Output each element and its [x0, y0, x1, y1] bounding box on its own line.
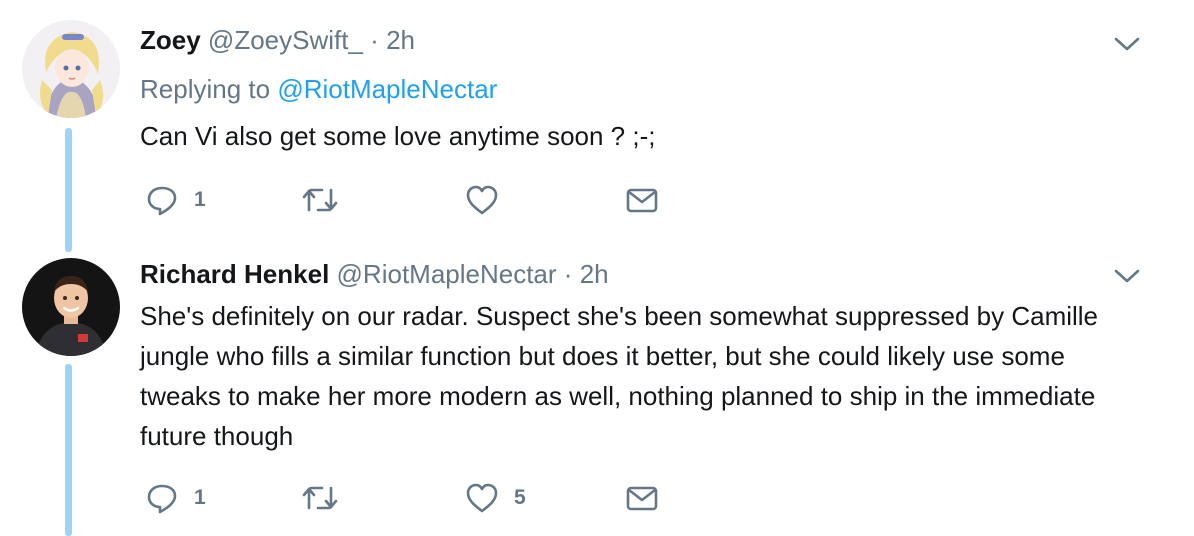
- avatar[interactable]: [22, 20, 120, 118]
- retweet-button[interactable]: [300, 480, 354, 516]
- avatar-image: [22, 258, 120, 356]
- tweet-text: She's definitely on our radar. Suspect s…: [140, 301, 1099, 451]
- thread-line: [65, 128, 72, 252]
- timestamp[interactable]: 2h: [386, 25, 415, 55]
- reply-button[interactable]: 1: [144, 182, 206, 218]
- author-handle[interactable]: @RiotMapleNectar: [337, 259, 557, 289]
- chevron-down-icon[interactable]: [1112, 266, 1142, 286]
- reply-icon: [147, 484, 177, 514]
- separator-dot: ·: [563, 259, 573, 289]
- reply-button[interactable]: 1: [144, 480, 206, 516]
- like-button[interactable]: 5: [464, 480, 526, 516]
- tweet-actions: 1: [140, 182, 700, 218]
- heart-icon: [466, 483, 498, 513]
- tweet-zoey: Zoey @ZoeySwift_ · 2h Replying to @RiotM…: [0, 0, 1194, 252]
- replying-to-mention[interactable]: @RiotMapleNectar: [277, 74, 497, 104]
- chevron-down-icon[interactable]: [1112, 34, 1142, 54]
- envelope-icon: [626, 188, 658, 213]
- avatar-image: [22, 20, 120, 118]
- retweet-icon: [302, 486, 338, 510]
- like-count: 5: [514, 486, 526, 509]
- retweet-button[interactable]: [300, 182, 354, 218]
- author-name[interactable]: Richard Henkel: [140, 259, 329, 289]
- thread-line: [65, 364, 72, 536]
- envelope-icon: [626, 486, 658, 511]
- reply-count: 1: [194, 188, 206, 211]
- tweet-richard: Richard Henkel @RiotMapleNectar · 2h She…: [0, 250, 1194, 536]
- separator-dot: ·: [370, 25, 379, 55]
- tweet-header: Zoey @ZoeySwift_ · 2h: [140, 24, 415, 56]
- reply-count: 1: [194, 486, 206, 509]
- author-name[interactable]: Zoey: [140, 25, 201, 55]
- tweet-actions: 1 5: [140, 480, 700, 516]
- direct-message-button[interactable]: [624, 480, 660, 516]
- tweet-header: Richard Henkel @RiotMapleNectar · 2h: [140, 258, 609, 290]
- replying-to: Replying to @RiotMapleNectar: [140, 72, 497, 106]
- like-button[interactable]: [464, 182, 514, 218]
- author-handle[interactable]: @ZoeySwift_: [208, 25, 363, 55]
- direct-message-button[interactable]: [624, 182, 660, 218]
- reply-icon: [147, 186, 177, 216]
- retweet-icon: [302, 188, 338, 212]
- tweet-text: Can Vi also get some love anytime soon ?…: [140, 121, 656, 151]
- replying-to-label: Replying to: [140, 74, 271, 104]
- timestamp[interactable]: 2h: [580, 259, 609, 289]
- avatar[interactable]: [22, 258, 120, 356]
- heart-icon: [466, 185, 498, 215]
